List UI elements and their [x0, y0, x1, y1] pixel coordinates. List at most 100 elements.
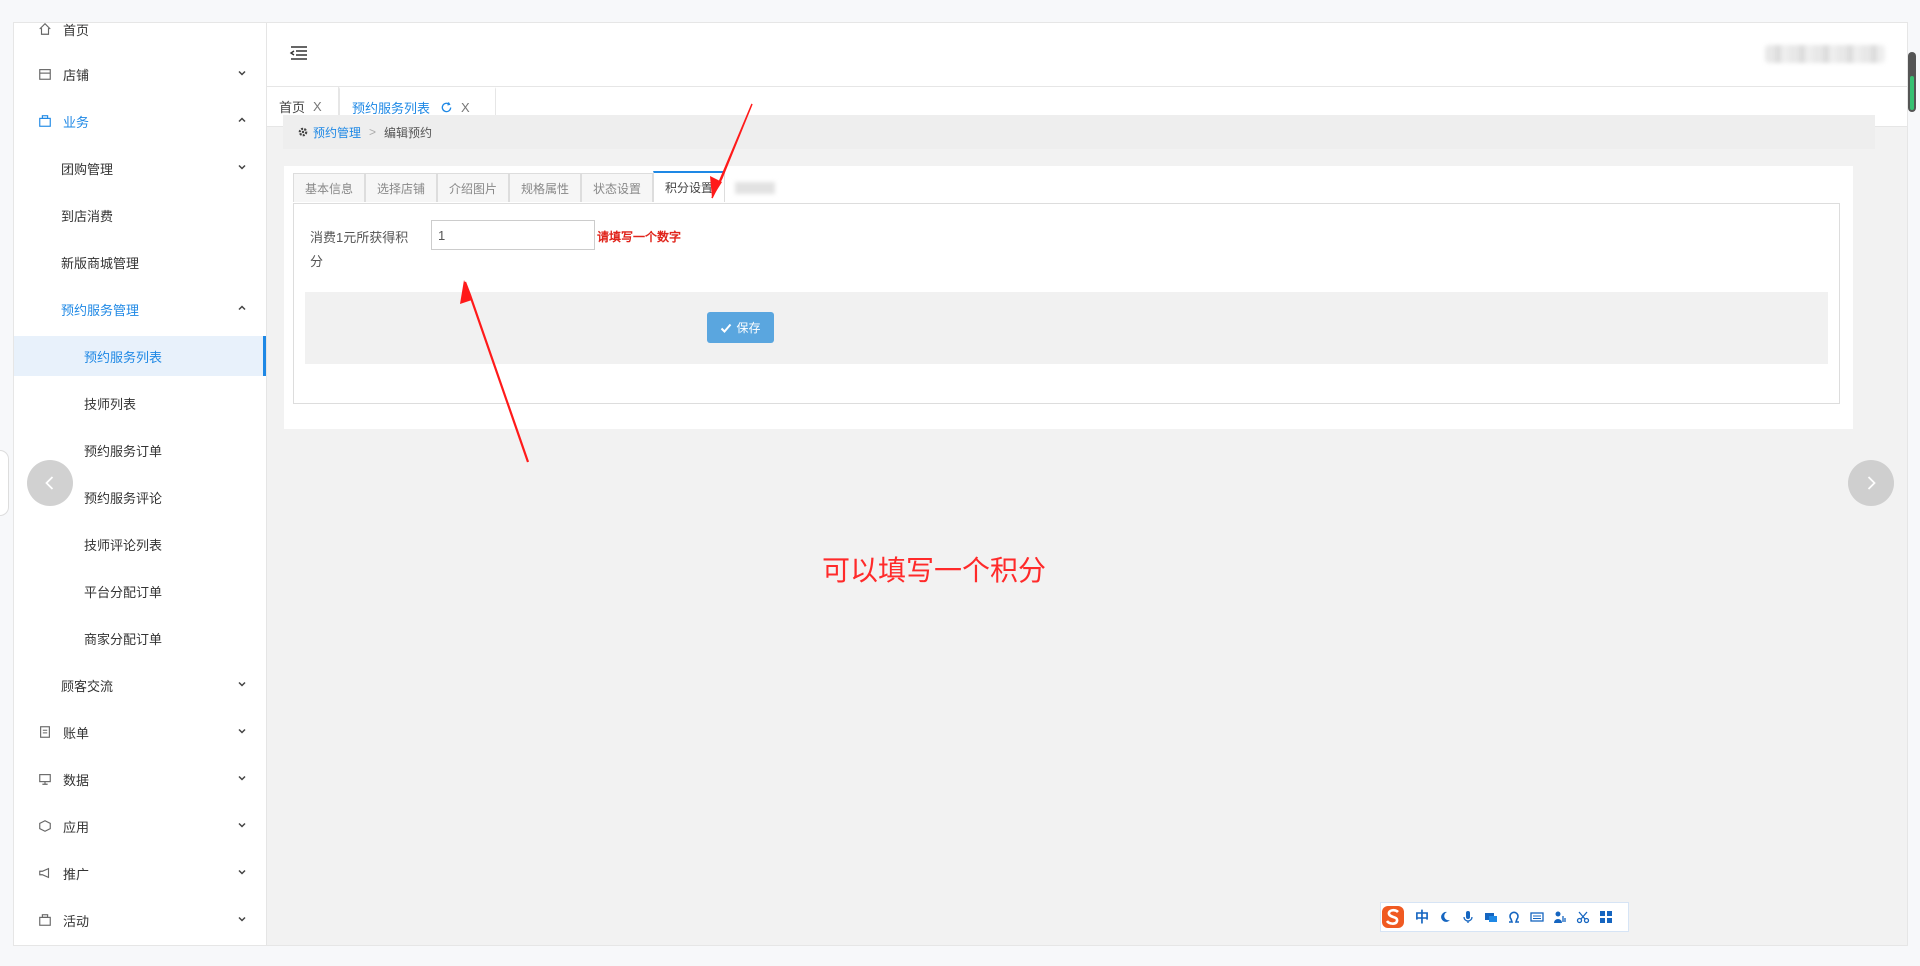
- user-info-redacted[interactable]: [1765, 45, 1885, 63]
- chevron-down-icon: [238, 916, 246, 922]
- sidebar-item-label: 推广: [63, 866, 90, 882]
- tab-points-settings[interactable]: 积分设置: [653, 171, 725, 202]
- chevron-left-icon: [45, 476, 54, 490]
- sidebar-item-label: 技师列表: [84, 396, 137, 412]
- keyboard-icon[interactable]: [1529, 909, 1545, 925]
- edit-booking-panel: 基本信息 选择店铺 介绍图片 规格属性 状态设置 积分设置 消费1元所获得积分 …: [284, 166, 1853, 429]
- breadcrumb: 预约管理 > 编辑预约: [283, 115, 1875, 149]
- business-icon: [37, 113, 53, 129]
- sidebar-item-label: 账单: [63, 725, 90, 741]
- tab-basic-info[interactable]: 基本信息: [293, 173, 365, 202]
- sidebar-item-label: 平台分配订单: [84, 584, 163, 600]
- breadcrumb-parent[interactable]: 预约管理: [313, 124, 361, 141]
- sidebar-item-label: 顾客交流: [61, 678, 114, 694]
- tab-status-settings[interactable]: 状态设置: [581, 173, 653, 202]
- sidebar-item-label: 预约服务管理: [61, 302, 140, 318]
- microphone-icon[interactable]: [1460, 909, 1476, 925]
- chevron-down-icon: [238, 775, 246, 781]
- scissors-icon[interactable]: [1575, 909, 1591, 925]
- chevron-up-icon: [238, 305, 246, 311]
- points-hint: 请填写一个数字: [597, 230, 682, 244]
- chevron-up-icon: [238, 117, 246, 123]
- sidebar-item-new-mall[interactable]: 新版商城管理: [14, 242, 266, 282]
- grid-icon[interactable]: [1598, 909, 1614, 925]
- form-actions: 保存: [305, 292, 1828, 364]
- sidebar-item-label: 到店消费: [61, 208, 114, 224]
- store-icon: [37, 66, 53, 82]
- sidebar-item-label: 业务: [63, 114, 90, 130]
- sidebar-item-apps[interactable]: 应用: [14, 806, 266, 846]
- sidebar-item-booking-list[interactable]: 预约服务列表: [14, 336, 266, 376]
- ime-mode-chinese[interactable]: 中: [1414, 909, 1430, 925]
- sidebar-item-merchant-orders[interactable]: 商家分配订单: [14, 618, 266, 658]
- tab-select-store[interactable]: 选择店铺: [365, 173, 437, 202]
- sidebar-item-group-buy[interactable]: 团购管理: [14, 148, 266, 188]
- tab-intro-images[interactable]: 介绍图片: [437, 173, 509, 202]
- scrollbar[interactable]: [1908, 52, 1916, 112]
- edge-handle[interactable]: [0, 450, 9, 516]
- sogou-logo-icon[interactable]: [1379, 903, 1407, 931]
- chevron-down-icon: [238, 869, 246, 875]
- sidebar-item-label: 预约服务订单: [84, 443, 163, 459]
- check-icon: [721, 323, 732, 333]
- activity-icon: [37, 912, 53, 928]
- top-header: [267, 23, 1907, 87]
- save-button[interactable]: 保存: [707, 312, 774, 343]
- sidebar-item-bill[interactable]: 账单: [14, 712, 266, 752]
- breadcrumb-current: 编辑预约: [384, 125, 433, 140]
- chevron-down-icon: [238, 681, 246, 687]
- chevron-down-icon: [238, 822, 246, 828]
- chevron-down-icon: [238, 728, 246, 734]
- sidebar-item-label: 预约服务列表: [84, 349, 163, 365]
- sidebar-item-label: 活动: [63, 913, 90, 929]
- app-frame: 首页 店铺 业务 团购管理 到店消费 新版商城管理 预约服务管理 预约服务列表: [13, 22, 1908, 946]
- sidebar-item-platform-orders[interactable]: 平台分配订单: [14, 571, 266, 611]
- sidebar-item-label: 新版商城管理: [61, 255, 140, 271]
- close-icon[interactable]: X: [313, 99, 322, 114]
- points-input[interactable]: [431, 220, 595, 250]
- chat-icon[interactable]: [1483, 909, 1499, 925]
- sidebar-item-promotion[interactable]: 推广: [14, 853, 266, 893]
- sidebar-item-data[interactable]: 数据: [14, 759, 266, 799]
- chevron-down-icon: [238, 70, 246, 76]
- prev-arrow-button[interactable]: [27, 460, 73, 506]
- home-icon: [37, 23, 53, 37]
- moon-icon[interactable]: [1437, 909, 1453, 925]
- sidebar-item-label: 首页: [63, 23, 90, 38]
- save-button-label: 保存: [736, 321, 761, 335]
- refresh-icon[interactable]: [440, 101, 453, 114]
- sidebar-item-label: 团购管理: [61, 161, 114, 177]
- sidebar-item-activity[interactable]: 活动: [14, 900, 266, 940]
- user-voice-icon[interactable]: [1552, 909, 1568, 925]
- sidebar-item-label: 店铺: [63, 67, 90, 83]
- chevron-right-icon: [1867, 476, 1876, 490]
- sidebar-item-label: 技师评论列表: [84, 537, 163, 553]
- sidebar-item-technician-reviews[interactable]: 技师评论列表: [14, 524, 266, 564]
- sidebar-item-label: 应用: [63, 819, 90, 835]
- tab-spec-attributes[interactable]: 规格属性: [509, 173, 581, 202]
- sidebar-item-booking-mgmt[interactable]: 预约服务管理: [14, 289, 266, 329]
- next-arrow-button[interactable]: [1848, 460, 1894, 506]
- points-form: 消费1元所获得积分 请填写一个数字 保存: [293, 203, 1840, 404]
- page-tab-label: 首页: [279, 100, 306, 115]
- menu-toggle-icon[interactable]: [289, 43, 309, 63]
- points-label: 消费1元所获得积分: [310, 230, 409, 269]
- sidebar-item-store[interactable]: 店铺: [14, 54, 266, 94]
- tab-redacted[interactable]: [725, 173, 783, 203]
- close-icon[interactable]: X: [461, 100, 470, 115]
- megaphone-icon: [37, 865, 53, 881]
- annotation-text: 可以填写一个积分: [822, 554, 1047, 587]
- app-icon: [37, 818, 53, 834]
- omega-icon[interactable]: [1506, 909, 1522, 925]
- sidebar-item-business[interactable]: 业务: [14, 101, 266, 141]
- sidebar-item-label: 商家分配订单: [84, 631, 163, 647]
- breadcrumb-separator: >: [369, 125, 377, 139]
- sidebar-item-home[interactable]: 首页: [14, 23, 266, 49]
- sidebar-item-label: 数据: [63, 772, 90, 788]
- sidebar-item-technicians[interactable]: 技师列表: [14, 383, 266, 423]
- ime-toolbar: 中: [1380, 902, 1629, 932]
- data-icon: [37, 771, 53, 787]
- sidebar-item-in-store[interactable]: 到店消费: [14, 195, 266, 235]
- bill-icon: [37, 724, 53, 740]
- sidebar-item-customer-chat[interactable]: 顾客交流: [14, 665, 266, 705]
